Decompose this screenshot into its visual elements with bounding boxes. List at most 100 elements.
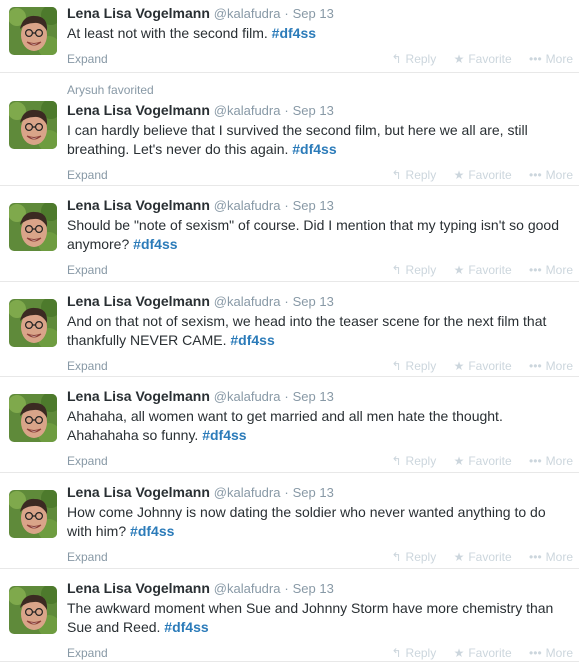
tweet-header: Lena Lisa Vogelmann @kalafudra · Sep 13 <box>67 292 579 311</box>
star-icon: ★ <box>453 646 465 660</box>
tweet-body: At least not with the second film. <box>67 25 268 41</box>
avatar-image <box>9 394 57 442</box>
star-icon: ★ <box>453 263 465 277</box>
hashtag-link[interactable]: #df4ss <box>202 427 246 443</box>
star-icon: ★ <box>453 52 465 66</box>
tweet[interactable]: Lena Lisa Vogelmann @kalafudra · Sep 13 … <box>0 377 579 473</box>
author-name[interactable]: Lena Lisa Vogelmann <box>67 484 210 500</box>
expand-link[interactable]: Expand <box>67 646 108 660</box>
author-handle[interactable]: @kalafudra <box>214 6 281 21</box>
expand-link[interactable]: Expand <box>67 52 108 66</box>
tweet-text: How come Johnny is now dating the soldie… <box>67 503 579 541</box>
tweet-timestamp[interactable]: Sep 13 <box>293 581 334 596</box>
tweet[interactable]: Lena Lisa Vogelmann @kalafudra · Sep 13 … <box>0 0 579 73</box>
tweet-timestamp[interactable]: Sep 13 <box>293 198 334 213</box>
tweet-context: Arysuh favorited <box>67 83 154 97</box>
author-name[interactable]: Lena Lisa Vogelmann <box>67 102 210 118</box>
expand-link[interactable]: Expand <box>67 359 108 373</box>
tweet-footer: Expand ↰ Reply ★ Favorite ••• More <box>67 357 579 375</box>
more-button[interactable]: ••• More <box>529 357 573 375</box>
tweet[interactable]: Lena Lisa Vogelmann @kalafudra · Sep 13 … <box>0 186 579 282</box>
reply-label: Reply <box>405 52 437 66</box>
avatar-image <box>9 203 57 251</box>
tweet-timestamp[interactable]: Sep 13 <box>293 485 334 500</box>
tweet-header: Lena Lisa Vogelmann @kalafudra · Sep 13 <box>67 483 579 502</box>
reply-icon: ↰ <box>391 646 402 660</box>
author-name[interactable]: Lena Lisa Vogelmann <box>67 5 210 21</box>
tweet-body: Ahahaha, all women want to get married a… <box>67 408 503 443</box>
favorite-label: Favorite <box>468 263 512 277</box>
avatar[interactable] <box>9 299 57 347</box>
reply-button[interactable]: ↰ Reply <box>391 357 436 375</box>
reply-button[interactable]: ↰ Reply <box>391 261 436 279</box>
favorite-label: Favorite <box>468 646 512 660</box>
tweet-timestamp[interactable]: Sep 13 <box>293 389 334 404</box>
favorite-button[interactable]: ★ Favorite <box>454 261 512 279</box>
reply-button[interactable]: ↰ Reply <box>391 548 436 566</box>
hashtag-link[interactable]: #df4ss <box>133 236 177 252</box>
favorite-button[interactable]: ★ Favorite <box>454 548 512 566</box>
reply-button[interactable]: ↰ Reply <box>391 644 436 662</box>
tweet-text: The awkward moment when Sue and Johnny S… <box>67 599 579 637</box>
favorite-button[interactable]: ★ Favorite <box>454 357 512 375</box>
favorite-button[interactable]: ★ Favorite <box>454 50 512 68</box>
hashtag-link[interactable]: #df4ss <box>230 332 274 348</box>
avatar[interactable] <box>9 586 57 634</box>
author-name[interactable]: Lena Lisa Vogelmann <box>67 197 210 213</box>
hashtag-link[interactable]: #df4ss <box>292 141 336 157</box>
avatar[interactable] <box>9 490 57 538</box>
more-button[interactable]: ••• More <box>529 261 573 279</box>
more-button[interactable]: ••• More <box>529 452 573 470</box>
avatar[interactable] <box>9 394 57 442</box>
expand-link[interactable]: Expand <box>67 454 108 468</box>
more-button[interactable]: ••• More <box>529 166 573 184</box>
more-label: More <box>545 168 573 182</box>
favorite-button[interactable]: ★ Favorite <box>454 644 512 662</box>
avatar-image <box>9 299 57 347</box>
tweet[interactable]: Lena Lisa Vogelmann @kalafudra · Sep 13 … <box>0 569 579 662</box>
tweet[interactable]: Lena Lisa Vogelmann @kalafudra · Sep 13 … <box>0 282 579 377</box>
favorite-button[interactable]: ★ Favorite <box>454 452 512 470</box>
expand-link[interactable]: Expand <box>67 550 108 564</box>
reply-label: Reply <box>405 454 437 468</box>
hashtag-link[interactable]: #df4ss <box>164 619 208 635</box>
author-handle[interactable]: @kalafudra <box>214 389 281 404</box>
hashtag-link[interactable]: #df4ss <box>130 523 174 539</box>
author-handle[interactable]: @kalafudra <box>214 581 281 596</box>
author-name[interactable]: Lena Lisa Vogelmann <box>67 580 210 596</box>
author-name[interactable]: Lena Lisa Vogelmann <box>67 293 210 309</box>
tweet-actions: ↰ Reply ★ Favorite ••• More <box>377 50 573 68</box>
expand-link[interactable]: Expand <box>67 263 108 277</box>
ellipsis-icon: ••• <box>529 454 542 468</box>
reply-button[interactable]: ↰ Reply <box>391 50 436 68</box>
expand-link[interactable]: Expand <box>67 168 108 182</box>
tweet-timestamp[interactable]: Sep 13 <box>293 103 334 118</box>
tweet[interactable]: Lena Lisa Vogelmann @kalafudra · Sep 13 … <box>0 473 579 569</box>
author-handle[interactable]: @kalafudra <box>214 485 281 500</box>
tweet-body: And on that not of sexism, we head into … <box>67 313 547 348</box>
reply-button[interactable]: ↰ Reply <box>391 166 436 184</box>
more-button[interactable]: ••• More <box>529 548 573 566</box>
avatar[interactable] <box>9 203 57 251</box>
tweet-footer: Expand ↰ Reply ★ Favorite ••• More <box>67 644 579 662</box>
author-handle[interactable]: @kalafudra <box>214 294 281 309</box>
hashtag-link[interactable]: #df4ss <box>272 25 316 41</box>
tweet-timestamp[interactable]: Sep 13 <box>293 294 334 309</box>
tweet[interactable]: Arysuh favorited Lena Lisa Vogelmann @ka… <box>0 73 579 186</box>
reply-button[interactable]: ↰ Reply <box>391 452 436 470</box>
avatar[interactable] <box>9 101 57 149</box>
tweet-timestamp[interactable]: Sep 13 <box>293 6 334 21</box>
more-button[interactable]: ••• More <box>529 50 573 68</box>
tweet-actions: ↰ Reply ★ Favorite ••• More <box>377 357 573 375</box>
author-handle[interactable]: @kalafudra <box>214 103 281 118</box>
tweet-actions: ↰ Reply ★ Favorite ••• More <box>377 548 573 566</box>
tweet-text: I can hardly believe that I survived the… <box>67 121 579 159</box>
author-name[interactable]: Lena Lisa Vogelmann <box>67 388 210 404</box>
reply-icon: ↰ <box>391 359 402 373</box>
more-button[interactable]: ••• More <box>529 644 573 662</box>
avatar[interactable] <box>9 7 57 55</box>
favorite-button[interactable]: ★ Favorite <box>454 166 512 184</box>
tweet-text: Ahahaha, all women want to get married a… <box>67 407 579 445</box>
tweet-actions: ↰ Reply ★ Favorite ••• More <box>377 644 573 662</box>
author-handle[interactable]: @kalafudra <box>214 198 281 213</box>
